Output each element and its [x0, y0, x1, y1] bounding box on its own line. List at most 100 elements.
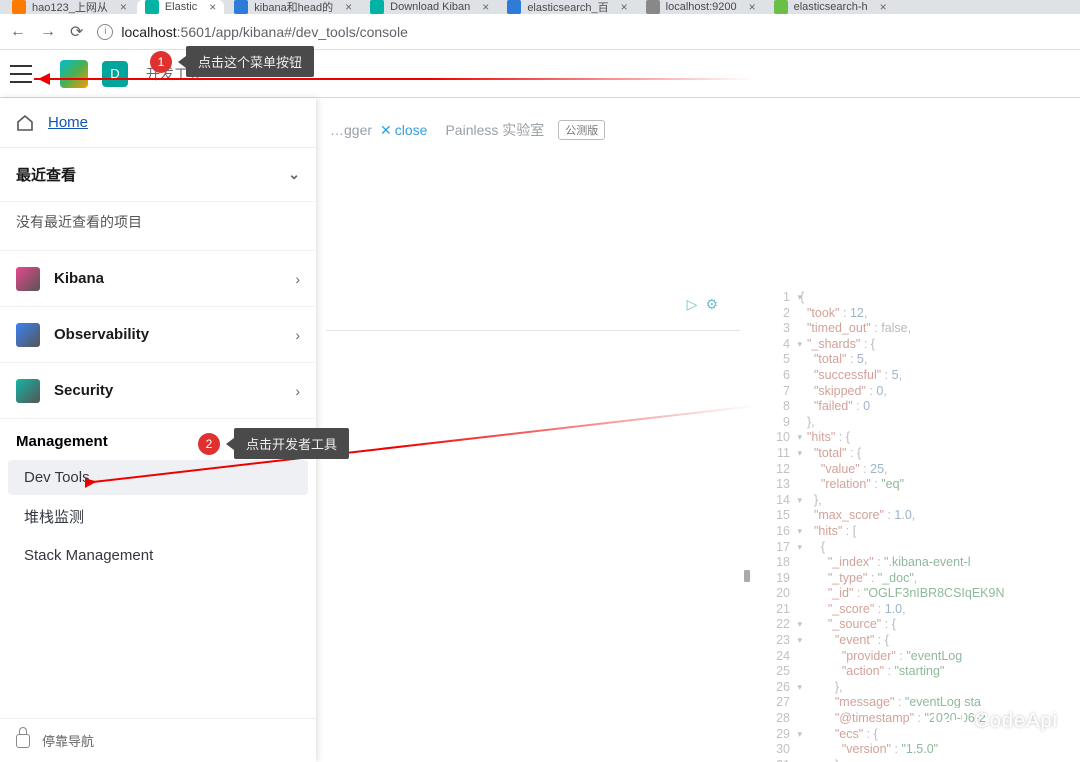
nav-category-security[interactable]: Security›	[0, 362, 316, 418]
output-line: 21 "_score" : 1.0,	[760, 602, 1080, 618]
recent-empty-text: 没有最近查看的项目	[0, 202, 316, 250]
gutter-line-number: 20	[760, 586, 800, 602]
tab-label: Elastic	[165, 1, 197, 13]
output-line: 4 "_shards" : {	[760, 337, 1080, 353]
output-code: "event" : {	[800, 633, 889, 649]
output-line: 20 "_id" : "OGLF3nIBR8CSIqEK9N	[760, 586, 1080, 602]
output-line: 13 "relation" : "eq"	[760, 477, 1080, 493]
output-code: "max_score" : 1.0,	[800, 508, 915, 524]
site-info-icon[interactable]: i	[97, 24, 113, 40]
tab-painless-lab[interactable]: Painless 实验室	[445, 120, 544, 140]
gutter-line-number: 4	[760, 337, 800, 353]
output-line: 22 "_source" : {	[760, 617, 1080, 633]
tab-close-icon[interactable]: ×	[749, 0, 756, 14]
gutter-line-number: 29	[760, 727, 800, 743]
tab-label: kibana和head的	[254, 0, 333, 15]
annotation-badge-2: 2	[198, 433, 220, 455]
favicon-icon	[234, 0, 248, 14]
output-code: "_shards" : {	[800, 337, 875, 353]
favicon-icon	[646, 0, 660, 14]
address-bar[interactable]: i localhost:5601/app/kibana#/dev_tools/c…	[97, 24, 1070, 40]
tool-tabs: …gger ✕ close Painless 实验室 公测版	[330, 120, 605, 140]
gutter-line-number: 2	[760, 306, 800, 322]
gutter-line-number: 9	[760, 415, 800, 431]
tab-close-icon[interactable]: ×	[482, 0, 489, 14]
mgmt-item-stack-management[interactable]: Stack Management	[8, 538, 308, 573]
output-line: 7 "skipped" : 0,	[760, 384, 1080, 400]
run-request-icon[interactable]: ▷	[687, 296, 698, 313]
tab-label: elasticsearch_百	[527, 0, 608, 15]
output-line: 24 "provider" : "eventLog	[760, 649, 1080, 665]
tab-close-icon[interactable]: ×	[209, 0, 216, 14]
browser-tab[interactable]: Elastic ×	[137, 0, 224, 14]
browser-tab[interactable]: kibana和head的 ×	[226, 0, 360, 14]
gutter-line-number: 7	[760, 384, 800, 400]
output-code: "hits" : {	[800, 430, 850, 446]
nav-home[interactable]: Home	[0, 98, 316, 148]
browser-tab[interactable]: elasticsearch-h×	[766, 0, 895, 14]
tab-debugger-faded[interactable]: …gger	[330, 122, 372, 138]
tab-close-icon[interactable]: ×	[621, 0, 628, 14]
annotation-text-2: 点击开发者工具	[234, 428, 349, 459]
browser-tab-strip: hao123_上网从×Elastic×kibana和head的×Download…	[0, 0, 1080, 14]
tab-close-icon[interactable]: ×	[120, 0, 127, 14]
output-line: 6 "successful" : 5,	[760, 368, 1080, 384]
gutter-line-number: 19	[760, 571, 800, 587]
gutter-line-number: 24	[760, 649, 800, 665]
tab-close-icon[interactable]: ×	[880, 0, 887, 14]
output-code: {	[800, 540, 825, 556]
output-code: "version" : "1.5.0"	[800, 742, 938, 758]
annotation-badge-1: 1	[150, 51, 172, 73]
nav-category-kibana[interactable]: Kibana›	[0, 250, 316, 306]
browser-toolbar: ← → ⟳ i localhost:5601/app/kibana#/dev_t…	[0, 14, 1080, 50]
output-line: 11 "total" : {	[760, 446, 1080, 462]
annotation-text-1: 点击这个菜单按钮	[186, 46, 314, 77]
forward-button[interactable]: →	[40, 23, 56, 41]
chevron-right-icon: ›	[295, 383, 300, 399]
output-code: "total" : {	[800, 446, 861, 462]
favicon-icon	[370, 0, 384, 14]
output-line: 17 {	[760, 540, 1080, 556]
gutter-line-number: 13	[760, 477, 800, 493]
browser-tab[interactable]: hao123_上网从×	[4, 0, 135, 14]
recent-section-toggle[interactable]: 最近查看 ⌄	[0, 148, 316, 202]
menu-toggle-button[interactable]	[10, 65, 32, 83]
dock-nav-toggle[interactable]: 停靠导航	[0, 718, 316, 762]
gutter-line-number: 10	[760, 430, 800, 446]
category-label: Security	[54, 382, 295, 399]
recent-section-label: 最近查看	[16, 164, 76, 185]
elastic-logo-icon[interactable]	[60, 60, 88, 88]
back-button[interactable]: ←	[10, 23, 26, 41]
output-code: },	[800, 680, 843, 696]
space-badge[interactable]: D	[102, 61, 128, 87]
mgmt-item-堆栈监测[interactable]: 堆栈监测	[8, 497, 308, 536]
tab-close-icon[interactable]: ×	[345, 0, 352, 14]
annotation-arrow-1	[34, 78, 754, 80]
pane-resize-handle[interactable]	[744, 570, 750, 582]
favicon-icon	[12, 0, 26, 14]
gutter-line-number: 30	[760, 742, 800, 758]
reload-button[interactable]: ⟳	[70, 22, 83, 42]
url-path: :5601/app/kibana#/dev_tools/console	[177, 24, 408, 40]
mgmt-item-dev-tools[interactable]: Dev Tools	[8, 460, 308, 495]
kibana-icon	[16, 267, 40, 291]
request-options-icon[interactable]: ⚙	[705, 296, 718, 313]
url-host: localhost	[121, 24, 176, 40]
gutter-line-number: 5	[760, 352, 800, 368]
output-code: "_source" : {	[800, 617, 896, 633]
output-code: "_id" : "OGLF3nIBR8CSIqEK9N	[800, 586, 1005, 602]
browser-tab[interactable]: Download Kiban×	[362, 0, 497, 14]
output-code: "_index" : ".kibana-event-l	[800, 555, 970, 571]
response-output-panel[interactable]: 1{2 "took" : 12,3 "timed_out" : false,4 …	[760, 290, 1080, 762]
beta-badge: 公测版	[558, 120, 605, 140]
nav-category-observability[interactable]: Observability›	[0, 306, 316, 362]
output-code: "relation" : "eq"	[800, 477, 904, 493]
drawer-close-link[interactable]: ✕ close	[380, 122, 427, 139]
favicon-icon	[774, 0, 788, 14]
output-line: 31 },	[760, 758, 1080, 762]
browser-tab[interactable]: localhost:9200×	[638, 0, 764, 14]
browser-tab[interactable]: elasticsearch_百 ×	[499, 0, 635, 14]
output-line: 26 },	[760, 680, 1080, 696]
gutter-line-number: 21	[760, 602, 800, 618]
gutter-line-number: 11	[760, 446, 800, 462]
